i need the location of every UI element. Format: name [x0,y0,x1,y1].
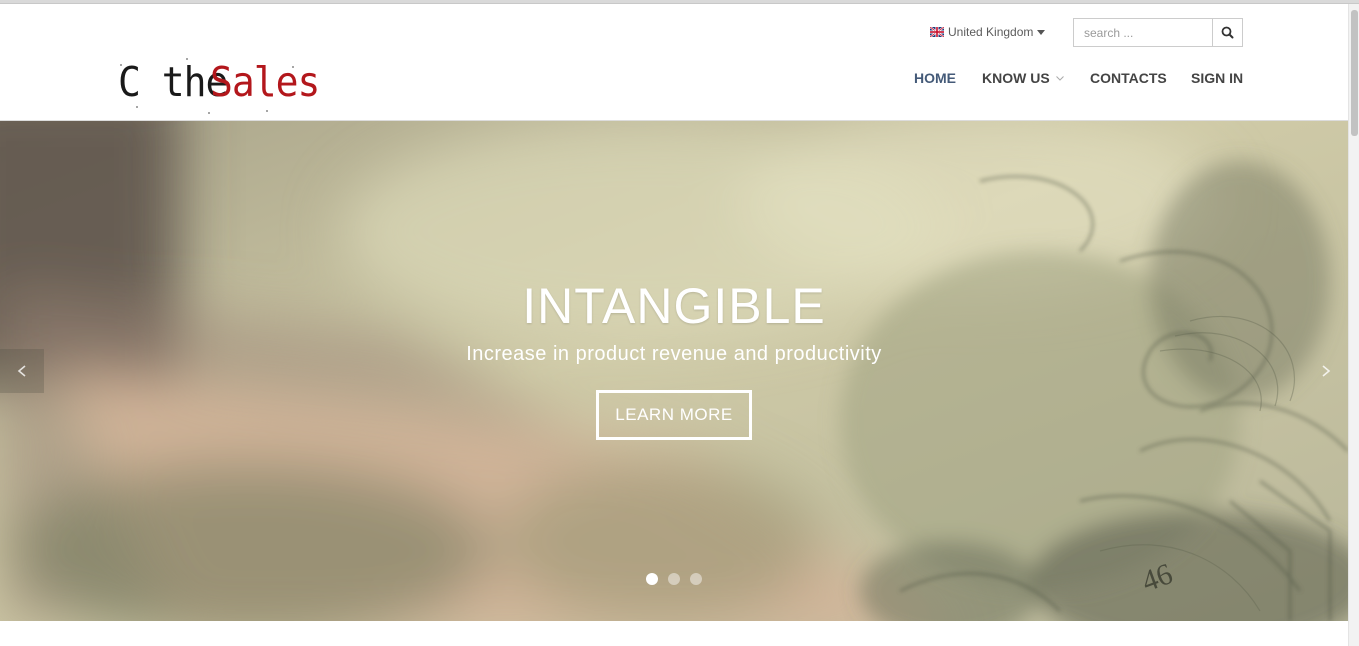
caret-down-icon [1037,29,1046,35]
chevron-right-icon [1322,365,1331,377]
logo-speck [120,64,122,66]
country-label: United Kingdom [948,25,1034,39]
site-logo[interactable]: C the Sales [116,56,320,118]
hero-background-image: 46 [0,121,1348,621]
search-form [1073,18,1243,47]
site-header: C the Sales United Kingdom search ... HO… [0,4,1348,121]
hero-carousel: 46 INTANGIBLE Increase in product revenu… [0,121,1348,621]
search-button[interactable] [1212,18,1243,47]
search-icon [1221,26,1234,39]
hero-subtitle: Increase in product revenue and producti… [466,343,882,365]
logo-text-sales: Sales [210,58,320,106]
carousel-next-button[interactable] [1304,349,1348,393]
country-selector[interactable]: United Kingdom [930,23,1046,41]
chevron-left-icon [17,365,26,377]
nav-contacts[interactable]: CONTACTS [1090,70,1167,86]
chevron-down-icon [1055,76,1064,81]
logo-speck [186,58,188,60]
scrollbar-thumb[interactable] [1351,10,1358,136]
nav-home[interactable]: HOME [914,70,956,86]
uk-flag-icon [930,27,944,37]
logo-speck [136,106,138,108]
carousel-dot-1[interactable] [646,573,658,585]
hero-title: INTANGIBLE [522,278,826,334]
logo-speck [266,110,268,112]
page-scrollbar[interactable] [1348,4,1359,646]
carousel-dot-2[interactable] [668,573,680,585]
carousel-dot-3[interactable] [690,573,702,585]
logo-speck [292,66,294,68]
nav-know-us-label: KNOW US [982,70,1050,86]
nav-know-us[interactable]: KNOW US [982,70,1064,86]
logo-speck [208,112,210,114]
nav-sign-in[interactable]: SIGN IN [1191,70,1243,86]
learn-more-button[interactable]: LEARN MORE [596,390,752,440]
carousel-prev-button[interactable] [0,349,44,393]
search-input[interactable] [1073,18,1212,47]
